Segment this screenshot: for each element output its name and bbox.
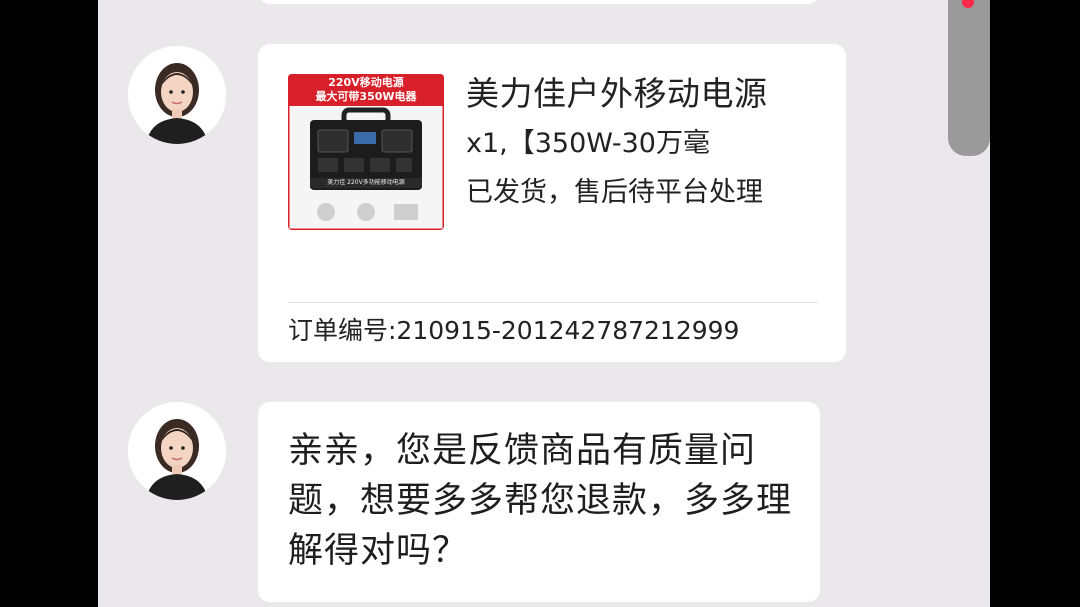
order-status: 已发货，售后待平台处理 — [466, 177, 763, 208]
message-bubble[interactable]: 亲亲，您是反馈商品有质量问题，想要多多帮您退款，多多理解得对吗？ — [258, 402, 820, 602]
product-image-banner: 220V移动电源 最大可带350W电器 — [288, 74, 444, 106]
order-card[interactable]: 220V移动电源 最大可带350W电器 美力佳 220V多功能移动电源 美力佳户… — [258, 44, 846, 362]
order-number: 订单编号:210915-201242787212999 — [288, 316, 740, 345]
product-info: 美力佳户外移动电源 x1,【350W-30万毫 已发货，售后待平台处理 — [466, 72, 816, 212]
previous-message-bubble — [258, 0, 820, 4]
floating-side-panel[interactable] — [948, 0, 990, 156]
message-text: 亲亲，您是反馈商品有质量问题，想要多多帮您退款，多多理解得对吗？ — [288, 431, 793, 571]
product-title[interactable]: 美力佳户外移动电源 — [466, 72, 816, 116]
product-spec: x1,【350W-30万毫 — [466, 128, 710, 159]
agent-avatar-icon[interactable] — [128, 402, 226, 500]
product-device-label: 美力佳 220V多功能移动电源 — [327, 179, 405, 186]
agent-avatar-icon[interactable] — [128, 46, 226, 144]
divider — [288, 302, 818, 303]
notification-dot-icon — [962, 0, 974, 8]
chat-area: 220V移动电源 最大可带350W电器 美力佳 220V多功能移动电源 美力佳户… — [98, 0, 990, 607]
product-image[interactable]: 220V移动电源 最大可带350W电器 美力佳 220V多功能移动电源 — [288, 74, 444, 230]
